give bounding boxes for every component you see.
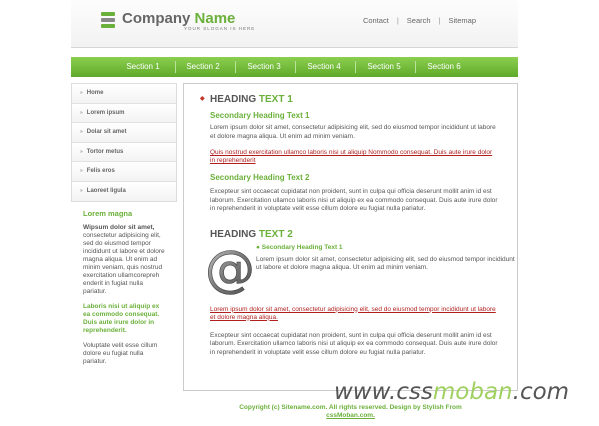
heading-accent: TEXT 2 [258,228,293,240]
sidebar-heading: Lorem magna [83,209,133,218]
paragraph-4: Excepteur sint occaecat cupidatat non pr… [210,331,498,356]
divider: | [438,16,441,25]
sidebar-item-dolar-sit-amet[interactable]: » Dolar sit amet [72,123,176,143]
content-link-1[interactable]: Quis nostrud exercitation ullamco labori… [210,149,499,165]
top-link-contact[interactable]: Contact [363,16,389,25]
sidebar-item-tortor-metus[interactable]: » Tortor metus [72,142,176,162]
heading-accent: TEXT 1 [258,94,293,105]
paragraph-2: Excepteur sint occaecat cupidatat non pr… [210,188,498,212]
content-heading-1: ◆ HEADING TEXT 1 [200,94,499,105]
watermark: www.cssmoban.com [334,379,569,405]
logo-stack-icon [101,12,115,28]
sidebar-item-home[interactable]: » Home [72,84,176,104]
star-bullet-icon: ◆ [200,96,205,102]
slogan: YOUR SLOGAN IS HERE [184,26,256,31]
main-content: ◆ HEADING TEXT 1 Secondary Heading Text 1… [183,83,518,391]
watermark-text: .com [512,379,570,405]
at-sign-icon: @ [205,244,256,296]
bullet-icon: » [80,129,83,135]
heading-text: HEADING [210,94,259,105]
media-block: @ ● Secondary Heading Text 1 Lorem ipsum… [205,244,515,298]
logo-title-accent: Name [194,10,236,27]
sidebar-paragraph: Wipsum dolor sit amet, consectetur adipi… [83,224,165,296]
page-wrapper: Company Name YOUR SLOGAN IS HERE Contact… [71,0,518,426]
heading-text: HEADING [210,228,259,240]
watermark-accent: moban [432,379,513,405]
sidebar-item-lorem-ipsum[interactable]: » Lorem ipsum [72,103,176,123]
sidebar-text: consectetur adipisicing elit, sed do eiu… [83,232,165,295]
top-links: Contact | Search | Sitemap [363,16,476,25]
top-link-search[interactable]: Search [407,16,431,25]
footer-copyright: Copyright (c) Sitename.com. All rights r… [239,404,462,411]
footer-link[interactable]: cssMoban.com. [183,412,518,420]
watermark-text: www.css [334,379,433,405]
nav-section-4[interactable]: Section 4 [294,57,354,77]
nav-section-1[interactable]: Section 1 [113,57,173,77]
header: Company Name YOUR SLOGAN IS HERE Contact… [71,0,518,48]
media-sub-heading: ● Secondary Heading Text 1 [256,244,343,251]
main-nav: Section 1 Section 2 Section 3 Section 4 … [71,57,518,77]
sidebar-item-felis-eros[interactable]: » Felis eros [72,162,176,182]
sidebar-item-laoreet-ligula[interactable]: » Laoreet ligula [72,181,176,201]
sidebar-item-label: Laoreet ligula [86,187,126,194]
sidebar-menu: » Home » Lorem ipsum » Dolar sit amet » Tort… [71,83,177,202]
sidebar-text-2: Voluptate velit esse cillum dolore eu fu… [83,342,158,365]
sidebar: » Home » Lorem ipsum » Dolar sit amet » Tort… [71,83,177,366]
logo-title[interactable]: Company Name [122,10,235,27]
bullet-icon: » [80,148,83,155]
bullet-icon: ● [256,243,260,251]
nav-section-2[interactable]: Section 2 [173,57,233,77]
content-link-2[interactable]: Lorem ipsum dolor sit amet, consectetur … [210,306,499,322]
nav-section-5[interactable]: Section 5 [354,57,414,77]
content-heading-2: HEADING TEXT 2 [210,229,499,240]
bullet-icon: » [80,109,83,116]
sidebar-item-label: Felis eros [86,168,115,174]
logo-title-main: Company [122,10,195,27]
paragraph-1: Lorem ipsum dolor sit amet, consectetur … [210,124,496,140]
sidebar-text-block: Lorem magna Wipsum dolor sit amet, conse… [71,202,177,366]
bullet-icon: » [80,187,83,194]
sidebar-green-text: Laboris nisi ut aliquip ex ea commodo co… [83,303,160,334]
secondary-heading-1: Secondary Heading Text 1 [210,111,310,120]
nav-section-6[interactable]: Section 6 [414,57,474,77]
sidebar-bold-text: Wipsum dolor sit amet, [83,224,155,231]
sidebar-item-label: Dolar sit amet [86,129,127,135]
media-sub-heading-text: Secondary Heading Text 1 [261,243,343,251]
paragraph-3: Lorem ipsum dolor sit amet, consectetur … [256,255,515,272]
svg-text:@: @ [205,244,255,296]
nav-section-3[interactable]: Section 3 [234,57,294,77]
bullet-icon: » [80,90,83,96]
sidebar-item-label: Home [86,90,104,96]
sidebar-item-label: Lorem ipsum [86,109,125,116]
sidebar-item-label: Tortor metus [86,148,124,155]
bullet-icon: » [80,168,83,174]
footer: Copyright (c) Sitename.com. All rights r… [183,404,518,420]
top-link-sitemap[interactable]: Sitemap [448,16,476,25]
divider: | [396,16,399,25]
secondary-heading-2: Secondary Heading Text 2 [210,173,310,182]
